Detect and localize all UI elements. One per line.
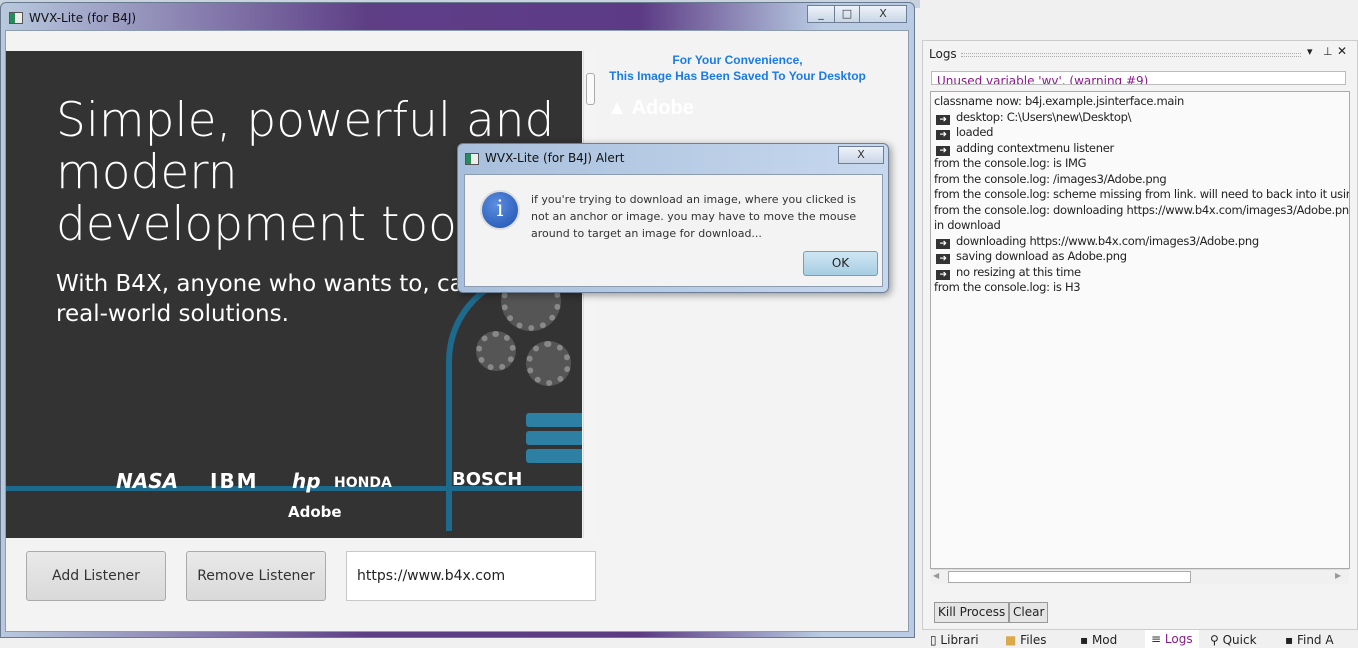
log-line: ➜ saving download as Adobe.png (934, 249, 1346, 265)
alert-dialog: WVX-Lite (for B4J) Alert X i if you're t… (457, 143, 889, 293)
logo-ibm: IBM (210, 469, 259, 493)
url-input[interactable]: https://www.b4x.com (346, 551, 596, 601)
add-listener-button[interactable]: Add Listener (26, 551, 166, 601)
arrow-icon: ➜ (936, 130, 950, 140)
close-icon[interactable]: ✕ (1337, 44, 1347, 58)
logo-bosch: BOSCH (452, 469, 523, 490)
alert-close-button[interactable]: X (838, 146, 884, 164)
subline-line: With B4X, anyone who wants to, can (56, 271, 479, 297)
log-line: ➜ loaded (934, 125, 1346, 141)
panel-menu-icon[interactable]: ▾ (1307, 45, 1313, 58)
log-line: from the console.log: scheme missing fro… (934, 187, 1349, 203)
minimize-button[interactable]: _ (807, 5, 835, 23)
log-line-text: in download (934, 218, 1001, 232)
alert-message: if you're trying to download an image, w… (531, 193, 857, 240)
clear-button[interactable]: Clear (1009, 602, 1049, 623)
logo-nasa: NASA (116, 469, 179, 493)
log-line-text: saving download as Adobe.png (956, 249, 1127, 263)
bulb-base-stripe (526, 431, 582, 445)
scrollbar-thumb[interactable] (586, 73, 595, 105)
warning-item[interactable]: Unused variable 'wv'. (warning #9) (932, 72, 1345, 84)
log-line: ➜ desktop: C:\Users\new\Desktop\ (934, 110, 1346, 126)
close-button[interactable]: X (859, 5, 907, 23)
arrow-icon: ➜ (936, 114, 950, 125)
log-line-text: from the console.log: downloading https:… (934, 202, 1350, 217)
log-line: from the console.log: /images3/Adobe.png (934, 172, 1346, 188)
logs-title: Logs (929, 47, 957, 61)
arrow-icon: ➜ (936, 238, 950, 249)
notice-line-2: This Image Has Been Saved To Your Deskto… (609, 69, 866, 83)
gear-icon (476, 331, 516, 371)
log-line: classname now: b4j.example.jsinterface.m… (934, 94, 1346, 110)
log-line: from the console.log: downloading https:… (934, 203, 1349, 219)
logo-hp: hp (292, 469, 321, 493)
log-line: in download (934, 218, 1346, 234)
notice-line-1: For Your Convenience, (672, 53, 803, 67)
log-line: from the console.log: is IMG (934, 156, 1346, 172)
maximize-button[interactable]: □ (834, 5, 860, 23)
webview-scrollbar[interactable] (583, 51, 596, 538)
saved-image-label: Adobe (631, 97, 694, 119)
log-line-text: from the console.log: scheme missing fro… (934, 187, 1350, 201)
log-line: ➜ adding contextmenu listener (934, 141, 1346, 157)
lines-icon: ≡ (1151, 632, 1162, 646)
log-line: ➜ no resizing at this time (934, 265, 1346, 281)
log-line-text: from the console.log: is H3 (934, 280, 1081, 294)
arrow-icon: ➜ (936, 269, 950, 280)
log-hscrollbar[interactable]: ◀ ▶ (931, 569, 1349, 584)
saved-image-adobe: ▲ Adobe (607, 97, 694, 119)
alert-body: i if you're trying to download an image,… (464, 174, 883, 287)
logo-adobe: Adobe (288, 503, 342, 521)
alert-title: WVX-Lite (for B4J) Alert (485, 151, 625, 165)
info-icon: i (480, 190, 520, 230)
kill-process-button[interactable]: Kill Process (934, 602, 1010, 623)
pin-icon[interactable]: ⊥ (1323, 45, 1333, 58)
scrollbar-thumb[interactable] (948, 571, 1191, 583)
alert-app-icon (465, 153, 479, 165)
bulb-base-stripe (526, 449, 582, 463)
log-line-text: classname now: b4j.example.jsinterface.m… (934, 94, 1185, 108)
log-line-text: adding contextmenu listener (956, 140, 1114, 155)
app-icon (9, 12, 23, 24)
tab-label: Logs (1164, 632, 1193, 646)
log-line-text: from the console.log: is IMG (934, 156, 1087, 170)
page-subheadline: With B4X, anyone who wants to, can real-… (56, 269, 478, 329)
webview[interactable]: Simple, powerful and modern development … (6, 51, 582, 538)
log-line-text: loaded (956, 125, 994, 139)
subline-line: real-world solutions. (56, 301, 289, 327)
log-output[interactable]: classname now: b4j.example.jsinterface.m… (930, 91, 1350, 569)
panel-grip[interactable] (961, 53, 1301, 57)
saved-notice: For Your Convenience, This Image Has Bee… (600, 52, 875, 84)
remove-listener-button[interactable]: Remove Listener (186, 551, 326, 601)
log-line-text: no resizing at this time (956, 264, 1081, 279)
log-line: from the console.log: is H3 (934, 280, 1346, 296)
log-line: ➜ downloading https://www.b4x.com/images3… (934, 234, 1346, 250)
log-line-text: downloading https://www.b4x.com/images3/… (956, 233, 1259, 248)
warnings-list[interactable]: Unused variable 'wv'. (warning #9) (931, 71, 1346, 85)
window-title: WVX-Lite (for B4J) (29, 11, 137, 25)
headline-line: Simple, powerful and (56, 93, 555, 148)
log-line-text: desktop: C:\Users\new\Desktop\ (956, 109, 1132, 124)
bulb-base-stripe (526, 413, 582, 427)
log-line-text: from the console.log: /images3/Adobe.png (934, 171, 1167, 186)
arrow-icon: ➜ (936, 145, 950, 156)
scroll-right-icon[interactable]: ▶ (1335, 571, 1341, 580)
gear-icon (526, 341, 571, 386)
scroll-left-icon[interactable]: ◀ (933, 571, 939, 580)
tab-logs[interactable]: ≡ Logs (1145, 630, 1199, 648)
logo-honda: HONDA (334, 475, 392, 491)
arrow-icon: ➜ (936, 254, 950, 264)
ok-button[interactable]: OK (803, 251, 878, 276)
